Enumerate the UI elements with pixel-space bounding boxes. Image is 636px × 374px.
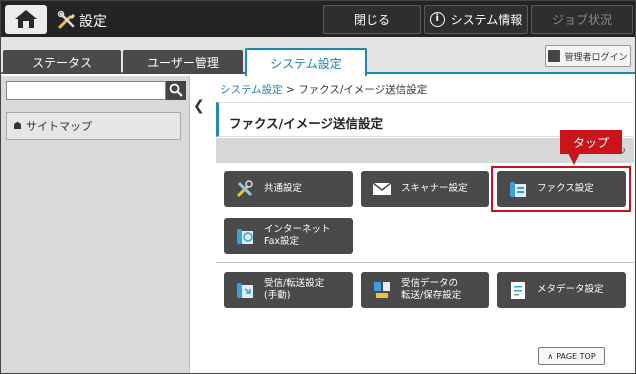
- search-input[interactable]: [6, 81, 166, 100]
- receive-data-forward-save-button[interactable]: 受信データの 転送/保存設定: [361, 272, 489, 308]
- section-divider: [216, 262, 634, 263]
- metadata-settings-button[interactable]: メタデータ設定: [497, 272, 626, 308]
- close-button[interactable]: 閉じる: [323, 5, 421, 34]
- network-storage-icon: [374, 282, 390, 298]
- receive-data-label-line1: 受信データの: [401, 278, 459, 290]
- admin-login-label: 管理者ログイン: [564, 52, 628, 63]
- common-settings-button[interactable]: 共通設定: [224, 171, 353, 207]
- system-info-label: システム情報: [450, 13, 523, 27]
- tap-callout-pointer: [568, 153, 580, 165]
- home-icon: [15, 10, 37, 28]
- breadcrumb-system-settings[interactable]: システム設定: [220, 84, 283, 96]
- internet-fax-label-line1: インターネット: [264, 224, 331, 236]
- collapse-sidebar-chevron-icon[interactable]: ❮: [193, 98, 205, 114]
- settings-tools-icon: [57, 10, 75, 29]
- tab-status[interactable]: ステータス: [3, 50, 121, 74]
- tools-icon: [236, 180, 253, 198]
- system-info-button[interactable]: i システム情報: [424, 5, 528, 34]
- tab-user-management[interactable]: ユーザー管理: [123, 50, 243, 74]
- job-status-button[interactable]: ジョブ状況: [531, 5, 633, 34]
- metadata-document-icon: [511, 282, 525, 299]
- page-title: ファクス/イメージ送信設定: [229, 116, 383, 131]
- search-icon: [169, 83, 183, 97]
- breadcrumb-current: ファクス/イメージ送信設定: [298, 84, 428, 96]
- receive-fax-icon: [237, 283, 253, 298]
- sidebar: ☗ サイトマップ: [1, 76, 190, 373]
- receive-forward-settings-button[interactable]: 受信/転送設定 (手動): [224, 272, 353, 308]
- page-top-label: PAGE TOP: [556, 351, 596, 361]
- common-settings-label: 共通設定: [264, 183, 303, 195]
- tab-row: ステータス ユーザー管理 システム設定 管理者ログイン: [1, 37, 635, 76]
- login-icon: [548, 50, 561, 62]
- admin-login-button[interactable]: 管理者ログイン: [545, 45, 631, 67]
- tab-system-settings[interactable]: システム設定: [245, 48, 367, 76]
- metadata-settings-label: メタデータ設定: [537, 284, 604, 296]
- page-top-button[interactable]: ∧ PAGE TOP: [538, 347, 605, 365]
- receive-forward-label-line1: 受信/転送設定: [264, 278, 325, 290]
- screen-title: 設定: [79, 14, 107, 30]
- info-icon: i: [429, 12, 445, 27]
- envelope-icon: [372, 182, 392, 195]
- search-button[interactable]: [166, 81, 186, 100]
- internet-fax-settings-button[interactable]: インターネット Fax設定: [224, 218, 353, 254]
- chevron-up-icon: ∧: [547, 351, 554, 361]
- scanner-settings-label: スキャナー設定: [401, 183, 468, 195]
- scanner-settings-button[interactable]: スキャナー設定: [361, 171, 489, 207]
- breadcrumb-separator: >: [286, 84, 295, 96]
- top-bar: 設定 閉じる i システム情報 ジョブ状況: [1, 1, 635, 37]
- sitemap-icon: ☗: [13, 120, 22, 132]
- internet-fax-icon: [237, 229, 253, 244]
- sitemap-label: サイトマップ: [25, 120, 92, 133]
- sitemap-button[interactable]: ☗ サイトマップ: [6, 112, 181, 140]
- breadcrumb: システム設定 > ファクス/イメージ送信設定: [220, 82, 427, 97]
- home-button[interactable]: [5, 5, 47, 34]
- tap-callout: タップ: [560, 130, 622, 154]
- internet-fax-label-line2: Fax設定: [264, 236, 300, 247]
- tap-highlight-box: [491, 166, 631, 212]
- receive-forward-label-line2: (手動): [264, 290, 291, 301]
- receive-data-label-line2: 転送/保存設定: [401, 290, 462, 301]
